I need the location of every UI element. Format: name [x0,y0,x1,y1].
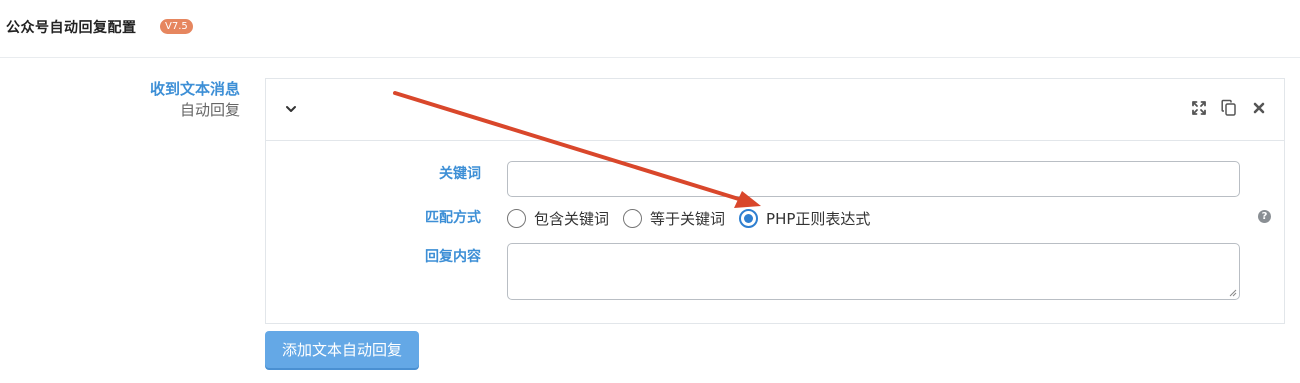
close-icon[interactable] [1250,99,1268,117]
radio-contains-keyword[interactable]: 包含关键词 [507,208,609,229]
copy-icon[interactable] [1220,99,1238,117]
page-title: 公众号自动回复配置 [6,20,137,36]
expand-icon[interactable] [1190,99,1208,117]
section-subtitle: 自动回复 [179,101,240,119]
reply-textarea[interactable] [507,243,1240,300]
version-badge: V7.5 [160,19,193,34]
panel-header [266,79,1284,141]
chevron-down-icon[interactable] [283,101,299,117]
radio-php-regex[interactable]: PHP正则表达式 [739,208,870,229]
keyword-label: 关键词 [439,166,481,182]
panel-tools [1190,99,1268,117]
question-circle-icon[interactable]: ? [1258,210,1271,223]
page-header: 公众号自动回复配置 V7.5 [0,0,1300,58]
section-title: 收到文本消息 [149,80,240,98]
section-label: 收到文本消息 自动回复 [150,79,240,121]
add-text-reply-button[interactable]: 添加文本自动回复 [265,331,419,368]
radio-circle[interactable] [507,208,526,228]
radio-label: PHP正则表达式 [766,209,871,228]
resize-grip-icon[interactable] [1229,289,1237,297]
reply-rule-panel: 关键词 匹配方式 包含关键词 等于关键词 PHP正则表达式 ? 回复内容 [265,78,1285,324]
match-radio-group: 包含关键词 等于关键词 PHP正则表达式 [507,207,884,229]
reply-label: 回复内容 [425,249,481,265]
radio-equals-keyword[interactable]: 等于关键词 [623,208,725,229]
radio-circle-checked[interactable] [739,208,759,228]
radio-label: 等于关键词 [650,209,726,228]
match-label: 匹配方式 [425,210,481,226]
radio-label: 包含关键词 [534,209,610,228]
keyword-input[interactable] [507,161,1240,197]
radio-circle[interactable] [623,208,643,228]
